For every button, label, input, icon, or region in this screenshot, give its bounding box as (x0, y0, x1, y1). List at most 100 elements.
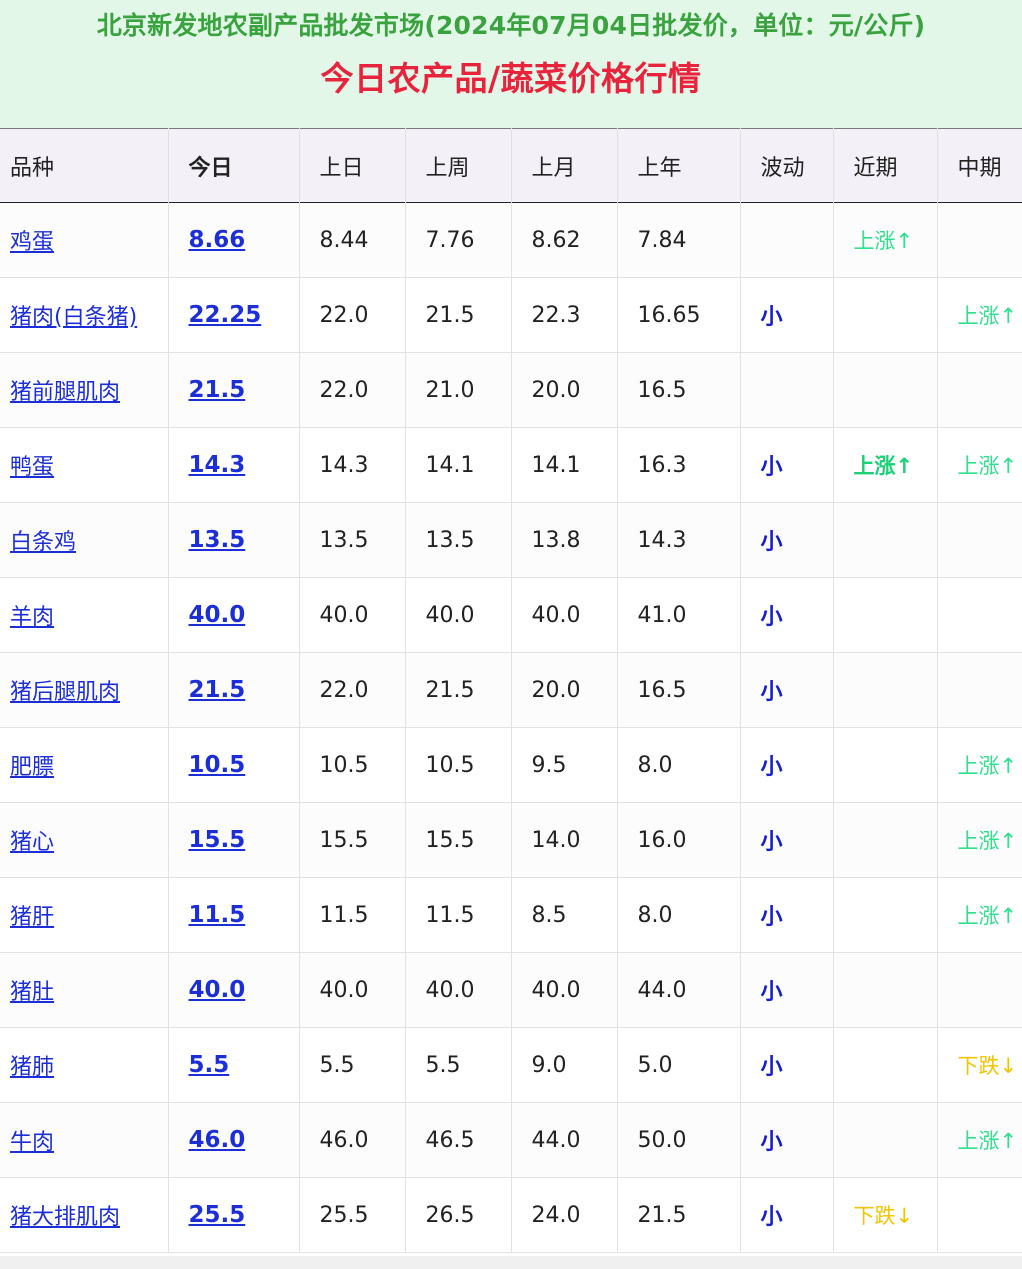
variety-link[interactable]: 猪肝 (10, 905, 54, 930)
today-price-cell: 21.5 (168, 652, 300, 728)
mid-cell (937, 578, 1022, 653)
table-header-row: 品种 今日 上日 上周 上月 上年 波动 近期 中期 (0, 128, 1022, 203)
mid-cell: 上涨↑ (937, 878, 1022, 953)
column-header-prev-year: 上年 (617, 128, 741, 203)
variety-link[interactable]: 猪后腿肌肉 (10, 680, 120, 705)
prev-day-price: 22.0 (299, 652, 406, 728)
column-header-today: 今日 (168, 128, 300, 203)
table-row: 猪肉(白条猪) 22.25 22.0 21.5 22.3 16.65 小 上涨↑ (0, 277, 1022, 353)
prev-month-price: 22.3 (511, 277, 618, 353)
today-price-link[interactable]: 5.5 (189, 1052, 230, 1078)
variety-cell: 猪大排肌肉 (0, 1177, 169, 1253)
today-price-link[interactable]: 14.3 (189, 452, 246, 478)
prev-year-price: 16.65 (617, 277, 741, 353)
prev-day-price: 25.5 (299, 1177, 406, 1253)
prev-year-price: 16.3 (617, 427, 741, 503)
recent-cell (833, 277, 938, 353)
today-price-cell: 13.5 (168, 502, 300, 578)
table-row: 猪大排肌肉 25.5 25.5 26.5 24.0 21.5 小下跌↓ (0, 1177, 1022, 1253)
mid-trend: 上涨↑ (957, 304, 1018, 328)
today-price-link[interactable]: 22.25 (189, 302, 262, 328)
mid-cell: 下跌↓ (937, 1028, 1022, 1103)
mid-cell: 上涨↑ (937, 1103, 1022, 1178)
prev-month-price: 20.0 (511, 352, 618, 428)
column-header-prev-day: 上日 (299, 128, 406, 203)
today-price-cell: 5.5 (168, 1027, 300, 1103)
mid-cell (937, 353, 1022, 428)
variety-link[interactable]: 猪肚 (10, 980, 54, 1005)
prev-day-price: 22.0 (299, 277, 406, 353)
variety-link[interactable]: 鸭蛋 (10, 455, 54, 480)
prev-day-price: 22.0 (299, 352, 406, 428)
variety-link[interactable]: 羊肉 (10, 605, 54, 630)
today-price-link[interactable]: 8.66 (189, 227, 246, 253)
today-price-link[interactable]: 11.5 (189, 902, 246, 928)
today-price-link[interactable]: 46.0 (189, 1127, 246, 1153)
prev-year-price: 14.3 (617, 502, 741, 578)
today-price-link[interactable]: 40.0 (189, 602, 246, 628)
today-price-link[interactable]: 40.0 (189, 977, 246, 1003)
variety-link[interactable]: 鸡蛋 (10, 230, 54, 255)
variety-link[interactable]: 牛肉 (10, 1130, 54, 1155)
recent-cell: 下跌↓ (833, 1177, 938, 1253)
variety-link[interactable]: 猪肺 (10, 1055, 54, 1080)
today-price-cell: 8.66 (168, 202, 300, 278)
table-row: 猪肚 40.0 40.0 40.0 40.0 44.0 小 (0, 952, 1022, 1028)
volatility-cell: 小 (740, 727, 834, 803)
prev-day-price: 40.0 (299, 952, 406, 1028)
recent-cell: 上涨↑ (833, 202, 938, 278)
volatility-cell: 小 (740, 877, 834, 953)
mid-cell (937, 953, 1022, 1028)
today-price-cell: 46.0 (168, 1102, 300, 1178)
prev-day-price: 5.5 (299, 1027, 406, 1103)
recent-cell (833, 1102, 938, 1178)
variety-link[interactable]: 猪肉(白条猪) (10, 305, 137, 330)
variety-link[interactable]: 肥膘 (10, 755, 54, 780)
today-price-cell: 14.3 (168, 427, 300, 503)
prev-day-price: 10.5 (299, 727, 406, 803)
prev-week-price: 7.76 (405, 202, 512, 278)
today-price-link[interactable]: 21.5 (189, 677, 246, 703)
table-row: 羊肉 40.0 40.0 40.0 40.0 41.0 小 (0, 577, 1022, 653)
variety-cell: 猪肉(白条猪) (0, 277, 169, 353)
prev-week-price: 26.5 (405, 1177, 512, 1253)
volatility-cell: 小 (740, 427, 834, 503)
mid-trend: 上涨↑ (957, 754, 1018, 778)
recent-cell (833, 352, 938, 428)
recent-cell: 上涨↑ (833, 427, 938, 503)
today-price-link[interactable]: 13.5 (189, 527, 246, 553)
prev-week-price: 21.0 (405, 352, 512, 428)
today-price-cell: 10.5 (168, 727, 300, 803)
variety-cell: 猪心 (0, 802, 169, 878)
prev-month-price: 8.5 (511, 877, 618, 953)
column-header-mid: 中期 (957, 155, 1002, 181)
variety-link[interactable]: 猪大排肌肉 (10, 1205, 120, 1230)
page-title: 今日农产品/蔬菜价格行情 (320, 59, 702, 98)
variety-link[interactable]: 猪心 (10, 830, 54, 855)
variety-cell: 羊肉 (0, 577, 169, 653)
today-price-link[interactable]: 25.5 (189, 1202, 246, 1228)
today-price-link[interactable]: 10.5 (189, 752, 246, 778)
prev-year-price: 16.0 (617, 802, 741, 878)
table-row: 猪肺 5.5 5.5 5.5 9.0 5.0 小下跌↓ (0, 1027, 1022, 1103)
table-row: 鸭蛋 14.3 14.3 14.1 14.1 16.3 小上涨↑ 上涨↑ (0, 427, 1022, 503)
prev-month-price: 40.0 (511, 952, 618, 1028)
variety-link[interactable]: 猪前腿肌肉 (10, 380, 120, 405)
today-price-cell: 22.25 (168, 277, 300, 353)
price-table: 品种 今日 上日 上周 上月 上年 波动 近期 中期 鸡蛋 8.66 8.44 7.7… (0, 128, 1022, 1253)
prev-year-price: 8.0 (617, 877, 741, 953)
today-price-link[interactable]: 21.5 (189, 377, 246, 403)
recent-cell (833, 577, 938, 653)
mid-cell: 上涨↑ (937, 278, 1022, 353)
table-body: 鸡蛋 8.66 8.44 7.76 8.62 7.84 上涨↑ 猪肉(白条猪) 22.25 22.… (0, 202, 1022, 1253)
today-price-link[interactable]: 15.5 (189, 827, 246, 853)
column-header-recent: 近期 (833, 128, 938, 203)
variety-link[interactable]: 白条鸡 (10, 530, 76, 555)
volatility-cell: 小 (740, 802, 834, 878)
prev-month-price: 13.8 (511, 502, 618, 578)
prev-week-price: 10.5 (405, 727, 512, 803)
prev-week-price: 46.5 (405, 1102, 512, 1178)
variety-cell: 鸡蛋 (0, 202, 169, 278)
recent-cell (833, 502, 938, 578)
market-subtitle: 北京新发地农副产品批发市场(2024年07月04日批发价，单位：元/公斤) (96, 11, 926, 40)
